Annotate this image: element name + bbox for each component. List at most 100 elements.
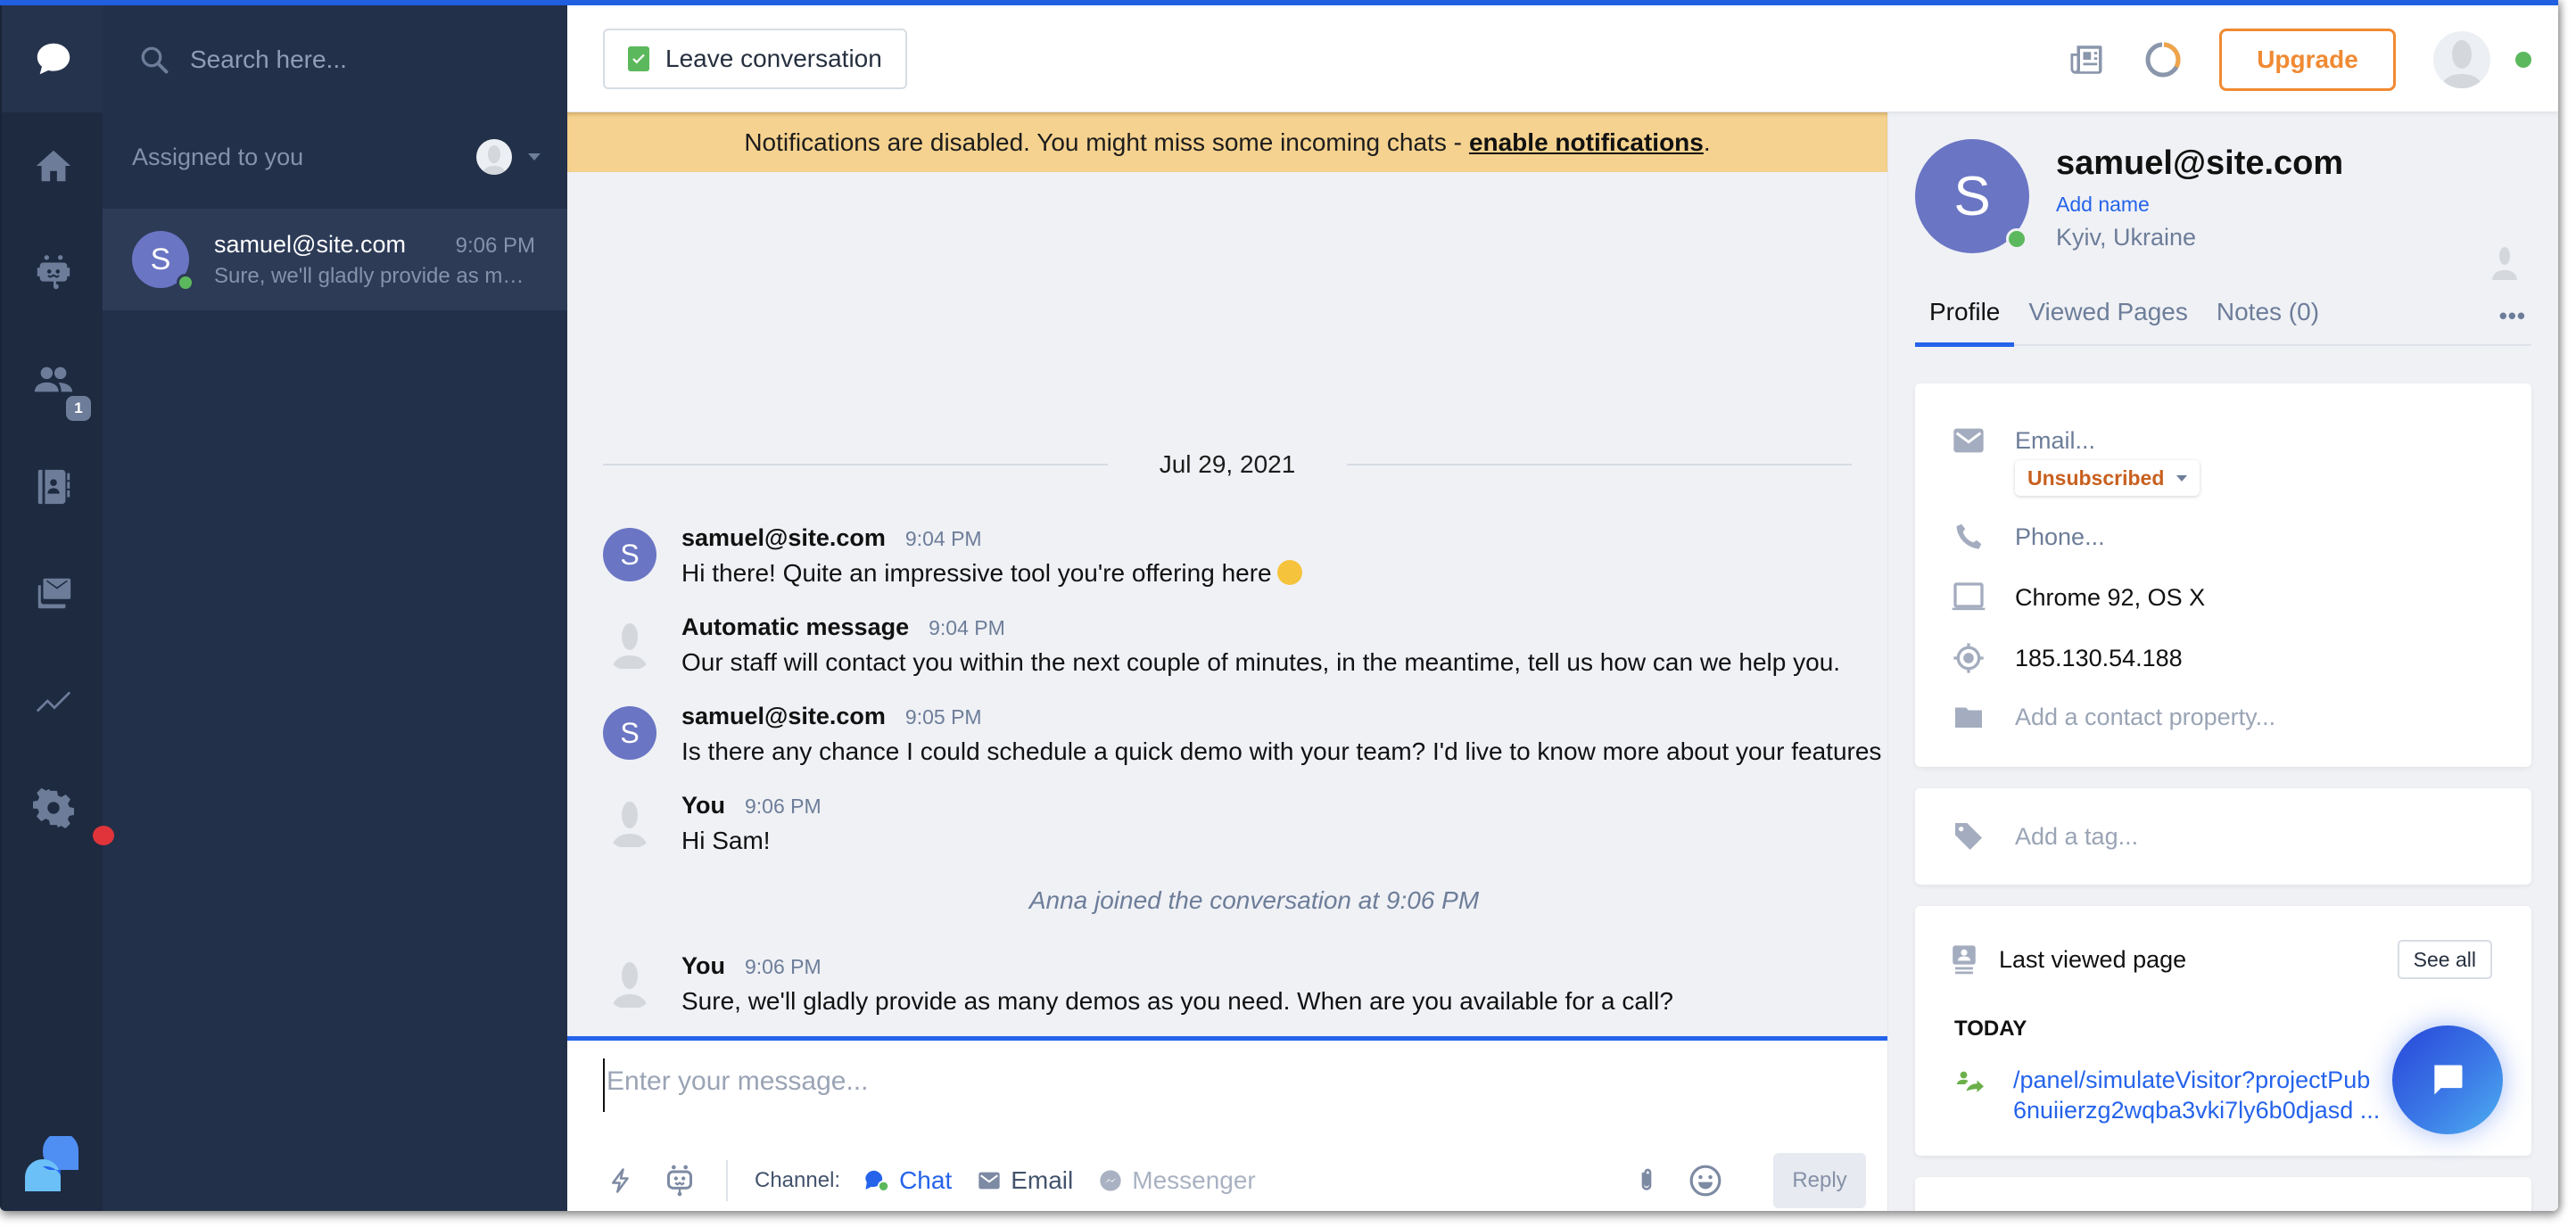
chat-bubble-icon: [2434, 1065, 2463, 1095]
leave-conversation-button[interactable]: Leave conversation: [603, 29, 907, 89]
mail-icon: [1953, 428, 1984, 453]
conversation-time: 9:06 PM: [455, 233, 535, 258]
message-composer: Channel: Chat Email Messenger: [567, 1036, 1887, 1211]
conversation-item[interactable]: S samuel@site.com 9:06 PM Sure, we'll gl…: [103, 209, 567, 310]
online-status-dot: [177, 274, 194, 292]
top-toolbar: Leave conversation Upgrade: [567, 5, 2558, 112]
channel-email-label: Email: [1011, 1166, 1074, 1194]
phone-field[interactable]: Phone...: [2015, 523, 2105, 551]
quick-replies-button[interactable]: [603, 1163, 639, 1198]
contact-header: S samuel@site.com Add name Kyiv, Ukraine: [1915, 139, 2531, 280]
contact-properties-card: Email... Unsubscribed Phone... Chrome 92…: [1915, 383, 2531, 767]
tab-profile[interactable]: Profile: [1915, 286, 2015, 347]
visited-page-url-line2: 6nuiierzg2wqba3vki7ly6b0djasd ...: [2013, 1097, 2381, 1124]
message-input[interactable]: [603, 1058, 1834, 1112]
add-tag-row[interactable]: Add a tag...: [1949, 815, 2514, 858]
chevron-down-icon: [2176, 474, 2188, 482]
rail-item-bots[interactable]: [2, 219, 104, 326]
chat-channel-icon: [865, 1170, 890, 1192]
visitors-count-badge: 1: [66, 396, 91, 421]
grinning-face-emoji-icon: [1276, 560, 1302, 585]
person-placeholder-icon: [2492, 247, 2517, 280]
message-item: You 9:06 PM Hi Sam!: [603, 785, 1852, 874]
email-field[interactable]: Email...: [2015, 427, 2095, 455]
agent-filter-dropdown[interactable]: [476, 139, 541, 175]
visited-page-link[interactable]: /panel/simulateVisitor?projectPub 6nuiie…: [2013, 1065, 2406, 1125]
tag-icon: [1955, 823, 1982, 850]
assign-agent-button[interactable]: [2490, 244, 2519, 280]
message-item: S samuel@site.com 9:05 PM Is there any ch…: [603, 696, 1881, 785]
message-time: 9:04 PM: [929, 616, 1005, 639]
message-item: S samuel@site.com 9:04 PM Hi there! Quite…: [603, 517, 1852, 606]
person-placeholder-icon: [2440, 40, 2483, 88]
channel-chat[interactable]: Chat: [863, 1166, 952, 1195]
agent-avatar[interactable]: [2433, 31, 2490, 88]
smiley-icon: [1689, 1165, 1721, 1197]
email-property[interactable]: Email...: [1949, 419, 2514, 462]
message-time: 9:04 PM: [904, 527, 982, 550]
visitor-entered-icon: [1957, 1071, 1984, 1092]
rail-item-contacts[interactable]: [2, 433, 104, 540]
paperclip-icon: [1641, 1168, 1652, 1190]
channel-messenger[interactable]: Messenger: [1098, 1166, 1256, 1195]
page-profile-icon: [1953, 945, 1976, 975]
users-icon: [34, 366, 72, 392]
message-text: Hi Sam!: [681, 827, 771, 854]
rail-item-settings[interactable]: [2, 754, 104, 861]
chat-widget-launcher[interactable]: [2392, 1025, 2503, 1134]
agent-filter-avatar: [476, 139, 512, 175]
upgrade-button[interactable]: Upgrade: [2219, 29, 2396, 91]
contact-location: Kyiv, Ukraine: [2056, 224, 2197, 251]
conversation-avatar: S: [132, 231, 194, 292]
add-name-link[interactable]: Add name: [2056, 193, 2150, 217]
person-placeholder-icon: [612, 623, 648, 669]
add-tag-field[interactable]: Add a tag...: [2015, 823, 2138, 851]
rail-item-analytics[interactable]: [2, 647, 104, 754]
message-item: You 9:06 PM Sure, we'll gladly provide as…: [603, 945, 1852, 1034]
chart-line-icon: [36, 691, 70, 712]
add-contact-property-field[interactable]: Add a contact property...: [2015, 704, 2275, 731]
phone-property[interactable]: Phone...: [1949, 515, 2514, 558]
conversation-name: samuel@site.com: [214, 230, 406, 258]
rail-item-mailbox[interactable]: [2, 540, 104, 647]
onboarding-progress-button[interactable]: [2143, 39, 2184, 80]
last-viewed-title: Last viewed page: [1999, 945, 2187, 973]
attach-file-button[interactable]: [1629, 1163, 1664, 1198]
rail-item-visitors[interactable]: 1: [2, 326, 104, 433]
mail-stack-icon: [37, 578, 70, 609]
news-button[interactable]: [2066, 39, 2107, 80]
chevron-down-icon: [528, 153, 541, 161]
subscription-status-label: Unsubscribed: [2027, 465, 2165, 490]
tab-notes[interactable]: Notes (0): [2202, 286, 2333, 345]
location-target-icon: [1953, 643, 1984, 673]
avatar-initial: S: [150, 242, 171, 276]
bot-button[interactable]: [662, 1163, 698, 1198]
home-icon: [36, 150, 70, 182]
tags-card: Add a tag...: [1915, 788, 2531, 885]
app-logo-icon: [25, 1136, 78, 1191]
rail-item-home[interactable]: [2, 112, 104, 219]
add-property-row[interactable]: Add a contact property...: [1949, 696, 2514, 738]
message-item: Automatic message 9:04 PM Our staff will …: [603, 606, 1852, 696]
agent-online-status: [2515, 52, 2531, 68]
additional-card: [1915, 1177, 2531, 1211]
checkbox-check-icon: [628, 46, 649, 71]
message-author: samuel@site.com: [681, 703, 886, 729]
ip-value: 185.130.54.188: [2015, 644, 2183, 671]
channel-email[interactable]: Email: [977, 1166, 1073, 1195]
subscription-status-dropdown[interactable]: Unsubscribed: [2015, 460, 2200, 496]
emoji-button[interactable]: [1688, 1163, 1723, 1198]
system-event-note: Anna joined the conversation at 9:06 PM: [1028, 886, 1480, 914]
rail-item-chats[interactable]: [2, 5, 104, 112]
divider: [726, 1160, 728, 1201]
more-options-icon[interactable]: •••: [2499, 302, 2531, 330]
tab-viewed-pages[interactable]: Viewed Pages: [2014, 286, 2202, 345]
contact-avatar: S: [1915, 139, 2029, 253]
reply-button[interactable]: Reply: [1773, 1153, 1866, 1208]
see-all-button[interactable]: See all: [2397, 940, 2492, 979]
notification-suffix: .: [1703, 128, 1711, 156]
search-input[interactable]: [190, 45, 529, 74]
bot-icon: [667, 1165, 692, 1197]
top-accent-bar: [0, 0, 2558, 5]
enable-notifications-link[interactable]: enable notifications: [1469, 128, 1704, 157]
